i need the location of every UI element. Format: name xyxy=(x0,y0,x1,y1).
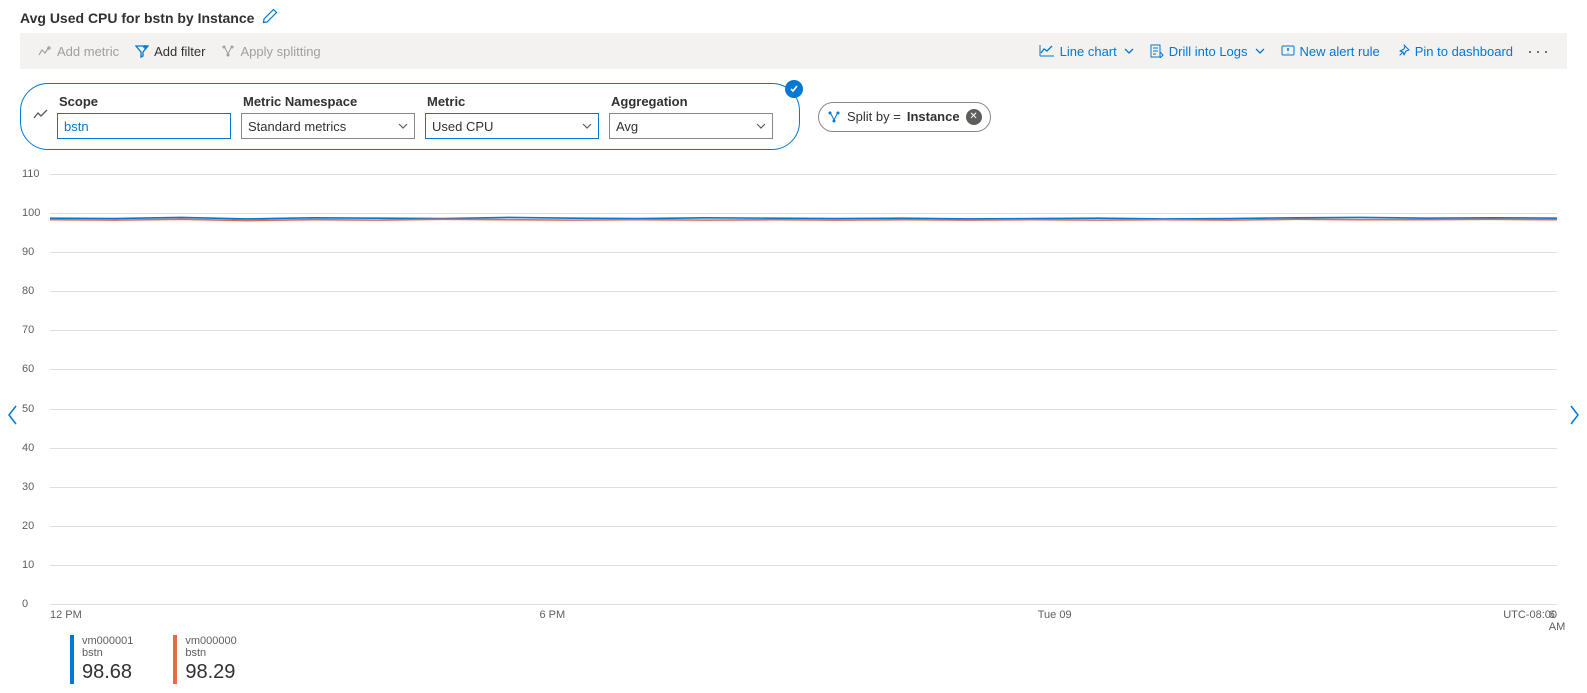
add-metric-label: Add metric xyxy=(57,44,119,59)
y-tick-label: 60 xyxy=(22,363,34,375)
y-tick-label: 100 xyxy=(22,207,40,219)
legend-series-sub: bstn xyxy=(82,647,133,659)
y-tick-label: 90 xyxy=(22,246,34,258)
next-timerange-button[interactable] xyxy=(1567,404,1581,432)
chevron-down-icon xyxy=(1124,46,1134,56)
y-tick-label: 0 xyxy=(22,598,28,610)
split-prefix: Split by = xyxy=(847,109,901,124)
alert-icon xyxy=(1281,44,1295,58)
pin-dashboard-label: Pin to dashboard xyxy=(1415,44,1513,59)
edit-title-icon[interactable] xyxy=(262,8,278,27)
page-title: Avg Used CPU for bstn by Instance xyxy=(20,10,254,26)
chart-plot-area[interactable]: 0102030405060708090100110 xyxy=(50,174,1557,604)
add-metric-icon xyxy=(38,44,52,58)
more-button[interactable]: ··· xyxy=(1521,41,1557,62)
gridline xyxy=(50,487,1557,488)
pin-dashboard-button[interactable]: Pin to dashboard xyxy=(1388,33,1521,69)
line-chart-icon xyxy=(1039,44,1055,58)
drill-logs-label: Drill into Logs xyxy=(1169,44,1248,59)
metric-label: Metric xyxy=(425,94,599,109)
metric-select[interactable]: Used CPU xyxy=(425,113,599,139)
gridline xyxy=(50,526,1557,527)
logs-icon xyxy=(1150,44,1164,58)
split-icon xyxy=(827,110,841,124)
y-tick-label: 40 xyxy=(22,442,34,454)
chevron-down-icon xyxy=(756,121,766,131)
remove-split-icon[interactable]: ✕ xyxy=(966,109,982,125)
legend-item[interactable]: vm000000bstn 98.29 xyxy=(173,635,236,684)
new-alert-button[interactable]: New alert rule xyxy=(1273,33,1388,69)
toolbar: Add metric Add filter Apply splitting Li… xyxy=(20,33,1567,69)
line-chart-button[interactable]: Line chart xyxy=(1031,33,1142,69)
x-tick-label: 6 AM xyxy=(1549,609,1566,633)
y-tick-label: 10 xyxy=(22,559,34,571)
series-line xyxy=(50,219,1557,220)
metric-value: Used CPU xyxy=(432,119,493,134)
metric-config-group: Scope bstn Metric Namespace Standard met… xyxy=(20,83,800,150)
legend-item[interactable]: vm000001bstn 98.68 xyxy=(70,635,133,684)
apply-splitting-button[interactable]: Apply splitting xyxy=(213,33,328,69)
gridline xyxy=(50,565,1557,566)
legend-series-name: vm000000 xyxy=(185,635,236,647)
legend-series-name: vm000001 xyxy=(82,635,133,647)
line-chart-label: Line chart xyxy=(1060,44,1117,59)
add-metric-button[interactable]: Add metric xyxy=(30,33,127,69)
add-filter-button[interactable]: Add filter xyxy=(127,33,213,69)
drill-logs-button[interactable]: Drill into Logs xyxy=(1142,33,1273,69)
chart-legend: vm000001bstn98.68vm000000bstn98.29 xyxy=(70,635,1547,684)
prev-timerange-button[interactable] xyxy=(6,404,20,432)
x-tick-label: 6 PM xyxy=(539,609,565,621)
legend-color-bar xyxy=(173,635,177,684)
add-filter-label: Add filter xyxy=(154,44,205,59)
y-tick-label: 50 xyxy=(22,403,34,415)
legend-series-value: 98.68 xyxy=(82,661,133,684)
scope-label: Scope xyxy=(57,94,231,109)
aggregation-select[interactable]: Avg xyxy=(609,113,773,139)
legend-color-bar xyxy=(70,635,74,684)
gridline xyxy=(50,409,1557,410)
y-tick-label: 30 xyxy=(22,481,34,493)
split-by-pill[interactable]: Split by = Instance ✕ xyxy=(818,102,991,132)
namespace-select[interactable]: Standard metrics xyxy=(241,113,415,139)
x-axis: UTC-08:00 12 PM6 PMTue 096 AM xyxy=(50,604,1557,625)
split-icon xyxy=(221,44,235,58)
gridline xyxy=(50,291,1557,292)
scope-value: bstn xyxy=(64,119,89,134)
gridline xyxy=(50,330,1557,331)
y-tick-label: 80 xyxy=(22,285,34,297)
y-tick-label: 70 xyxy=(22,324,34,336)
aggregation-label: Aggregation xyxy=(609,94,773,109)
apply-splitting-label: Apply splitting xyxy=(240,44,320,59)
legend-series-value: 98.29 xyxy=(185,661,236,684)
gridline xyxy=(50,369,1557,370)
scope-select[interactable]: bstn xyxy=(57,113,231,139)
pin-icon xyxy=(1396,44,1410,58)
aggregation-value: Avg xyxy=(616,119,638,134)
gridline xyxy=(50,174,1557,175)
namespace-label: Metric Namespace xyxy=(241,94,415,109)
gridline xyxy=(50,213,1557,214)
chevron-down-icon xyxy=(398,121,408,131)
split-value: Instance xyxy=(907,109,960,124)
namespace-value: Standard metrics xyxy=(248,119,346,134)
filter-icon xyxy=(135,44,149,58)
gridline xyxy=(50,448,1557,449)
legend-series-sub: bstn xyxy=(185,647,236,659)
gridline xyxy=(50,252,1557,253)
y-tick-label: 20 xyxy=(22,520,34,532)
series-icon xyxy=(33,109,49,124)
x-tick-label: Tue 09 xyxy=(1038,609,1072,621)
chevron-down-icon xyxy=(1255,46,1265,56)
chevron-down-icon xyxy=(582,121,592,131)
x-tick-label: 12 PM xyxy=(50,609,82,621)
series-line xyxy=(50,217,1557,219)
config-valid-icon xyxy=(785,80,803,98)
new-alert-label: New alert rule xyxy=(1300,44,1380,59)
y-tick-label: 110 xyxy=(22,168,40,180)
